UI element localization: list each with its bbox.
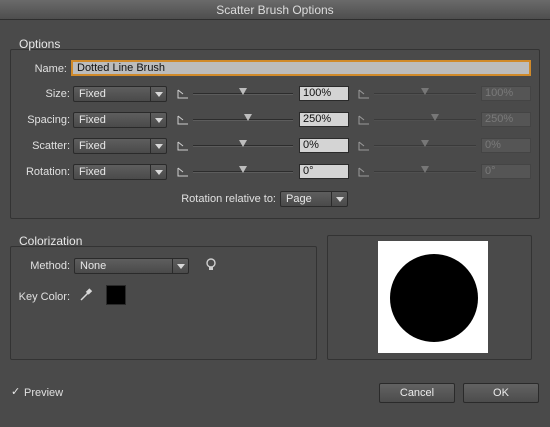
brush-preview — [327, 235, 532, 360]
option-value-field-disabled: 0° — [481, 164, 531, 179]
option-row-label: Spacing: — [27, 114, 70, 126]
colorization-group-title: Colorization — [19, 234, 83, 248]
preview-checkbox[interactable]: ✓ — [11, 386, 23, 398]
option-value-field[interactable]: 0° — [299, 164, 349, 179]
chevron-down-icon — [150, 139, 166, 153]
chevron-down-icon — [150, 87, 166, 101]
rotation-relative-label: Rotation relative to: — [181, 193, 276, 205]
max-size-icon — [358, 141, 369, 151]
option-method-value: Fixed — [79, 166, 106, 178]
preview-canvas — [378, 241, 488, 353]
cancel-button[interactable]: Cancel — [379, 383, 455, 403]
slider-thumb[interactable] — [239, 166, 247, 173]
rotation-relative-dropdown[interactable]: Page — [280, 191, 348, 207]
slider-thumb-disabled — [421, 140, 429, 147]
option-value-field-disabled: 250% — [481, 112, 531, 127]
preview-label: Preview — [24, 387, 64, 399]
chevron-down-icon — [150, 113, 166, 127]
brush-dot-shape — [390, 254, 478, 342]
option-method-value: Fixed — [79, 140, 106, 152]
min-size-icon — [177, 141, 188, 151]
min-size-icon — [177, 89, 188, 99]
chevron-down-icon — [150, 165, 166, 179]
min-size-icon — [177, 115, 188, 125]
options-group-title: Options — [19, 37, 61, 51]
option-row-label: Rotation: — [25, 166, 70, 178]
slider-thumb[interactable] — [239, 88, 247, 95]
chevron-down-icon — [172, 259, 188, 273]
slider-track-disabled — [374, 119, 476, 121]
max-size-icon — [358, 115, 369, 125]
slider-thumb-disabled — [421, 88, 429, 95]
ok-button[interactable]: OK — [463, 383, 539, 403]
option-value-field[interactable]: 0% — [299, 138, 349, 153]
key-color-swatch[interactable] — [106, 285, 126, 305]
option-value-field[interactable]: 100% — [299, 86, 349, 101]
method-label: Method: — [30, 260, 70, 272]
option-method-dropdown[interactable]: Fixed — [73, 164, 167, 180]
method-dropdown[interactable]: None — [74, 258, 189, 274]
option-row-label: Scatter: — [32, 140, 70, 152]
min-size-icon — [177, 167, 188, 177]
option-value-field-disabled: 100% — [481, 86, 531, 101]
slider-thumb[interactable] — [244, 114, 252, 121]
name-label: Name: — [34, 63, 67, 75]
option-method-dropdown[interactable]: Fixed — [73, 112, 167, 128]
rotation-relative-value: Page — [286, 193, 312, 205]
key-color-label: Key Color: — [18, 291, 70, 303]
tips-lightbulb-icon[interactable] — [205, 258, 217, 272]
option-method-value: Fixed — [79, 88, 106, 100]
method-value: None — [80, 260, 107, 272]
option-method-dropdown[interactable]: Fixed — [73, 138, 167, 154]
slider-thumb-disabled — [421, 166, 429, 173]
slider-thumb-disabled — [431, 114, 440, 121]
eyedropper-icon[interactable] — [79, 288, 93, 302]
option-row-label: Size: — [45, 88, 70, 100]
chevron-down-icon — [331, 192, 347, 206]
slider-thumb[interactable] — [239, 140, 247, 147]
dialog-title: Scatter Brush Options — [0, 0, 550, 20]
option-value-field-disabled: 0% — [481, 138, 531, 153]
option-value-field[interactable]: 250% — [299, 112, 349, 127]
max-size-icon — [358, 89, 369, 99]
option-method-value: Fixed — [79, 114, 106, 126]
name-field[interactable]: Dotted Line Brush — [71, 60, 531, 76]
check-icon: ✓ — [11, 386, 21, 398]
max-size-icon — [358, 167, 369, 177]
slider-track[interactable] — [193, 119, 293, 121]
option-method-dropdown[interactable]: Fixed — [73, 86, 167, 102]
